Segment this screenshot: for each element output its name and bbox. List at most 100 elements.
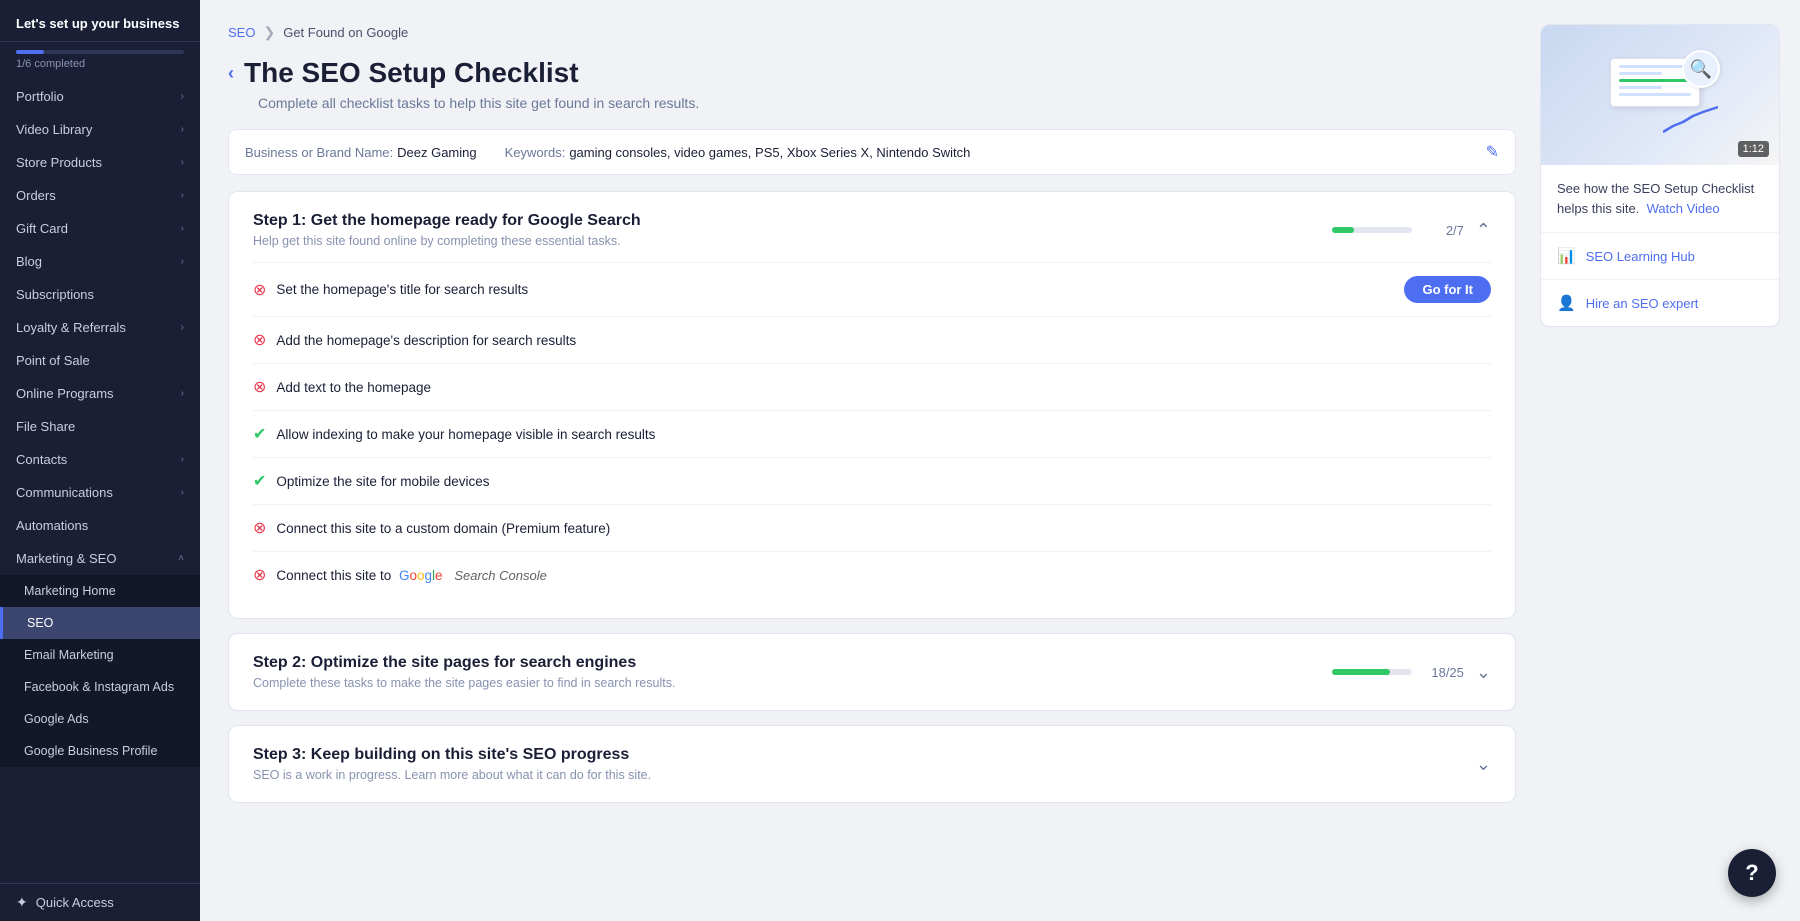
sidebar-item-label: File Share	[16, 419, 184, 434]
error-icon: ⊗	[253, 377, 266, 397]
keywords-info: Keywords: gaming consoles, video games, …	[505, 145, 971, 160]
sidebar-item-label: Online Programs	[16, 386, 181, 401]
task-label: Add text to the homepage	[276, 380, 431, 395]
task-left: ✔ Optimize the site for mobile devices	[253, 471, 1491, 491]
help-button[interactable]: ?	[1728, 849, 1776, 897]
sidebar-item-label: Video Library	[16, 122, 181, 137]
step-1-header[interactable]: Step 1: Get the homepage ready for Googl…	[253, 212, 1491, 248]
chevron-right-icon: ›	[181, 388, 184, 399]
sidebar-item-marketing-home[interactable]: Marketing Home	[0, 575, 200, 607]
task-row: ⊗ Connect this site to a custom domain (…	[253, 505, 1491, 552]
sidebar-item-automations[interactable]: Automations	[0, 509, 200, 542]
step-1-toggle-icon[interactable]: ⌃	[1476, 220, 1491, 241]
step-2-toggle-icon[interactable]: ⌄	[1476, 662, 1491, 683]
step-2-controls: 18/25 ⌄	[1332, 662, 1491, 683]
sidebar-item-point-of-sale[interactable]: Point of Sale	[0, 344, 200, 377]
edit-icon[interactable]: ✎	[1486, 142, 1499, 162]
sidebar-item-file-share[interactable]: File Share	[0, 410, 200, 443]
main-left-panel: SEO ❯ Get Found on Google ‹ The SEO Setu…	[200, 0, 1540, 881]
sidebar-item-label: Subscriptions	[16, 287, 184, 302]
step-2-progress-bg	[1332, 669, 1412, 675]
sidebar-item-label: Orders	[16, 188, 181, 203]
sidebar-item-label: Marketing & SEO	[16, 551, 178, 566]
step-3-header[interactable]: Step 3: Keep building on this site's SEO…	[253, 746, 1491, 782]
watch-video-link[interactable]: Watch Video	[1647, 201, 1720, 216]
sidebar-item-email-marketing[interactable]: Email Marketing	[0, 639, 200, 671]
breadcrumb: SEO ❯ Get Found on Google	[228, 24, 1516, 41]
sidebar-item-facebook-instagram[interactable]: Facebook & Instagram Ads	[0, 671, 200, 703]
sidebar-item-label: Google Ads	[24, 712, 184, 726]
task-left: ⊗ Set the homepage's title for search re…	[253, 280, 1394, 300]
google-logo-text: Google	[399, 568, 443, 583]
step-3-controls: ⌄	[1476, 754, 1491, 775]
sidebar-item-contacts[interactable]: Contacts ›	[0, 443, 200, 476]
step-1-count: 2/7	[1424, 223, 1464, 238]
search-console-label: Search Console	[454, 568, 547, 583]
sidebar-item-online-programs[interactable]: Online Programs ›	[0, 377, 200, 410]
sidebar-item-orders[interactable]: Orders ›	[0, 179, 200, 212]
step-1-title: Step 1: Get the homepage ready for Googl…	[253, 212, 1332, 230]
illustration-graph	[1663, 104, 1718, 134]
task-label: Add the homepage's description for searc…	[276, 333, 576, 348]
sidebar-item-google-business[interactable]: Google Business Profile	[0, 735, 200, 767]
page-title: The SEO Setup Checklist	[244, 57, 579, 89]
chart-icon: 📊	[1557, 247, 1576, 265]
task-left: ⊗ Add text to the homepage	[253, 377, 1491, 397]
progress-bar-bg	[16, 50, 184, 54]
chevron-right-icon: ›	[181, 322, 184, 333]
seo-learning-hub-link[interactable]: 📊 SEO Learning Hub	[1541, 232, 1779, 279]
quick-access[interactable]: ✦ Quick Access	[0, 883, 200, 921]
chevron-right-icon: ›	[181, 256, 184, 267]
video-thumbnail[interactable]: 🔍 1:12	[1541, 25, 1779, 165]
video-illustration: 🔍	[1600, 50, 1720, 140]
sidebar-item-label: Google Business Profile	[24, 744, 184, 758]
step-1-desc: Help get this site found online by compl…	[253, 234, 1332, 248]
chevron-right-icon: ›	[181, 91, 184, 102]
step-2-header[interactable]: Step 2: Optimize the site pages for sear…	[253, 654, 1491, 690]
sidebar-header: Let's set up your business	[0, 0, 200, 42]
task-label-google-search-console: Connect this site to Google Search Conso…	[276, 568, 546, 583]
task-label: Connect this site to a custom domain (Pr…	[276, 521, 610, 536]
hire-seo-expert-link[interactable]: 👤 Hire an SEO expert	[1541, 279, 1779, 326]
sidebar-item-label: Email Marketing	[24, 648, 184, 662]
task-row: ⊗ Set the homepage's title for search re…	[253, 263, 1491, 317]
sidebar-item-store-products[interactable]: Store Products ›	[0, 146, 200, 179]
brand-info: Business or Brand Name: Deez Gaming	[245, 145, 477, 160]
sidebar-item-marketing-seo[interactable]: Marketing & SEO ˄	[0, 542, 200, 575]
brand-label: Business or Brand Name:	[245, 145, 393, 160]
task-label: Optimize the site for mobile devices	[276, 474, 489, 489]
sidebar-item-blog[interactable]: Blog ›	[0, 245, 200, 278]
main-content: SEO ❯ Get Found on Google ‹ The SEO Setu…	[200, 0, 1800, 921]
step-1-title-area: Step 1: Get the homepage ready for Googl…	[253, 212, 1332, 248]
sidebar: Let's set up your business 1/6 completed…	[0, 0, 200, 921]
chevron-right-icon: ›	[181, 223, 184, 234]
help-icon: ?	[1745, 860, 1758, 886]
gear-icon: ✦	[16, 894, 28, 911]
task-left: ✔ Allow indexing to make your homepage v…	[253, 424, 1491, 444]
success-icon: ✔	[253, 471, 266, 491]
sidebar-item-gift-card[interactable]: Gift Card ›	[0, 212, 200, 245]
sidebar-item-label: Portfolio	[16, 89, 181, 104]
sidebar-item-video-library[interactable]: Video Library ›	[0, 113, 200, 146]
task-left: ⊗ Connect this site to Google Search Con…	[253, 565, 1491, 585]
step-3-toggle-icon[interactable]: ⌄	[1476, 754, 1491, 775]
keywords-value: gaming consoles, video games, PS5, Xbox …	[569, 145, 970, 160]
sidebar-item-communications[interactable]: Communications ›	[0, 476, 200, 509]
sidebar-item-label: Contacts	[16, 452, 181, 467]
step-card-3: Step 3: Keep building on this site's SEO…	[228, 725, 1516, 803]
sidebar-item-seo[interactable]: SEO	[0, 607, 200, 639]
video-duration: 1:12	[1738, 141, 1769, 157]
quick-access-label: Quick Access	[36, 895, 114, 910]
brand-value: Deez Gaming	[397, 145, 476, 160]
sidebar-item-label: Point of Sale	[16, 353, 184, 368]
sidebar-item-label: Communications	[16, 485, 181, 500]
breadcrumb-parent[interactable]: SEO	[228, 25, 255, 40]
task-row: ⊗ Connect this site to Google Search Con…	[253, 552, 1491, 598]
sidebar-item-subscriptions[interactable]: Subscriptions	[0, 278, 200, 311]
sidebar-item-label: SEO	[27, 616, 184, 630]
go-for-it-button[interactable]: Go for It	[1404, 276, 1491, 303]
back-button[interactable]: ‹	[228, 63, 234, 84]
sidebar-item-loyalty-referrals[interactable]: Loyalty & Referrals ›	[0, 311, 200, 344]
sidebar-item-portfolio[interactable]: Portfolio ›	[0, 80, 200, 113]
sidebar-item-google-ads[interactable]: Google Ads	[0, 703, 200, 735]
